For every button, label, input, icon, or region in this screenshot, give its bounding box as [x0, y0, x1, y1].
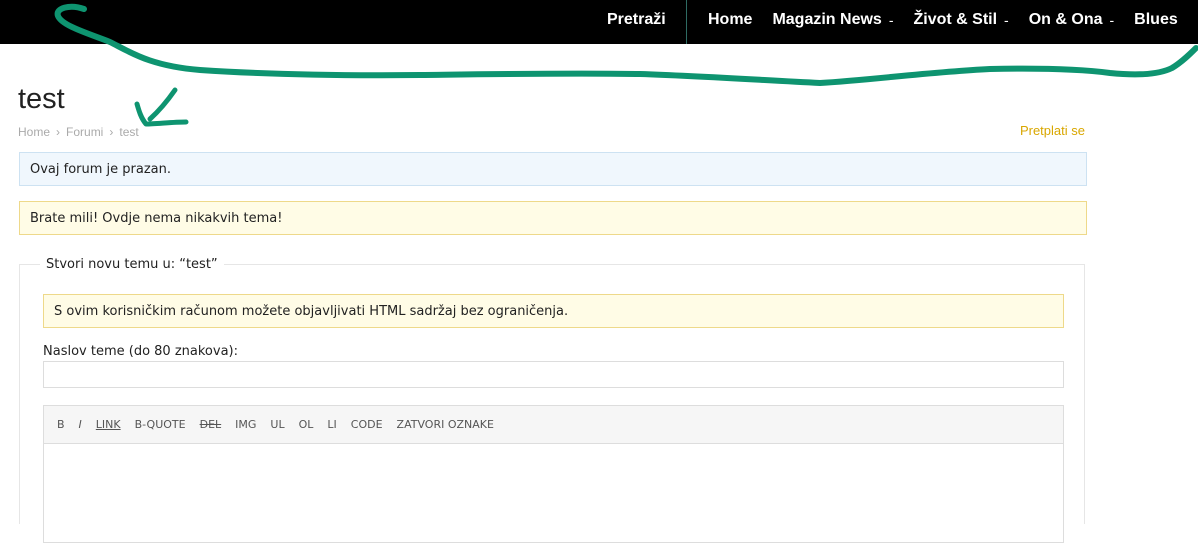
subscribe-link[interactable]: Pretplati se — [1020, 123, 1085, 138]
breadcrumb-separator: › — [56, 125, 61, 139]
nav-search-link[interactable]: Pretraži — [607, 0, 666, 40]
submenu-caret-icon: - — [1109, 12, 1115, 28]
no-topics-notice: Brate mili! Ovdje nema nikakvih tema! — [19, 201, 1087, 235]
toolbar-button-zatvori-oznake[interactable]: ZATVORI OZNAKE — [390, 413, 501, 435]
toolbar-button-link[interactable]: LINK — [89, 413, 128, 435]
toolbar-button-b[interactable]: B — [50, 413, 72, 435]
toolbar-button-ol[interactable]: OL — [292, 413, 321, 435]
nav-item-label: Magazin News — [772, 11, 882, 28]
nav-divider — [686, 0, 687, 44]
main-menu: Home Magazin News - Život & Stil - On & Ona - B… — [708, 0, 1198, 40]
forum-empty-notice: Ovaj forum je prazan. — [19, 152, 1087, 186]
submenu-caret-icon: - — [888, 12, 894, 28]
new-topic-legend: Stvori novu temu u: “test” — [40, 257, 224, 272]
breadcrumb-separator: › — [109, 125, 114, 139]
breadcrumb-item[interactable]: Home — [18, 125, 50, 139]
html-permission-text: S ovim korisničkim računom možete objavl… — [54, 303, 569, 319]
toolbar-button-li[interactable]: LI — [320, 413, 343, 435]
html-permission-notice: S ovim korisničkim računom možete objavl… — [43, 294, 1064, 328]
breadcrumb: Home › Forumi › test — [18, 125, 139, 139]
submenu-caret-icon: - — [1004, 12, 1009, 28]
nav-item-home[interactable]: Home — [708, 11, 752, 29]
page-title: test — [18, 83, 65, 115]
nav-item-magazin-news[interactable]: Magazin News - — [772, 11, 893, 29]
nav-item-label: Život & Stil — [913, 11, 998, 28]
nav-item-ivot-stil[interactable]: Život & Stil - — [913, 11, 1008, 29]
topic-title-input[interactable] — [43, 361, 1064, 388]
topic-title-label: Naslov teme (do 80 znakova): — [43, 344, 238, 359]
toolbar-button-b-quote[interactable]: B-QUOTE — [128, 413, 193, 435]
editor-toolbar: B I LINK B-QUOTE DEL IMG UL OL LI CODE ZATVORI OZN… — [44, 406, 501, 442]
content-textarea[interactable] — [43, 443, 1064, 543]
toolbar-button-ul[interactable]: UL — [263, 413, 291, 435]
content-editor: B I LINK B-QUOTE DEL IMG UL OL LI CODE ZATVORI OZN… — [43, 405, 1064, 543]
nav-item-on-ona[interactable]: On & Ona - — [1029, 11, 1114, 29]
breadcrumb-item: test — [119, 125, 139, 139]
no-topics-text: Brate mili! Ovdje nema nikakvih tema! — [30, 210, 283, 226]
nav-item-label: On & Ona — [1028, 11, 1103, 28]
forum-empty-text: Ovaj forum je prazan. — [30, 161, 172, 177]
nav-item-label: Home — [708, 11, 753, 28]
arrow-icon — [134, 87, 189, 127]
toolbar-button-i[interactable]: I — [72, 413, 89, 435]
top-navigation-bar: Pretraži Home Magazin News - Život & Stil - O… — [0, 0, 1198, 44]
new-topic-form: Stvori novu temu u: “test” S ovim korisn… — [19, 257, 1085, 543]
nav-item-label: Blues — [1134, 11, 1178, 28]
breadcrumb-item[interactable]: Forumi — [66, 125, 103, 139]
toolbar-button-code[interactable]: CODE — [344, 413, 390, 435]
toolbar-button-del[interactable]: DEL — [193, 413, 229, 435]
toolbar-button-img[interactable]: IMG — [228, 413, 263, 435]
nav-item-blues[interactable]: Blues — [1134, 11, 1178, 29]
